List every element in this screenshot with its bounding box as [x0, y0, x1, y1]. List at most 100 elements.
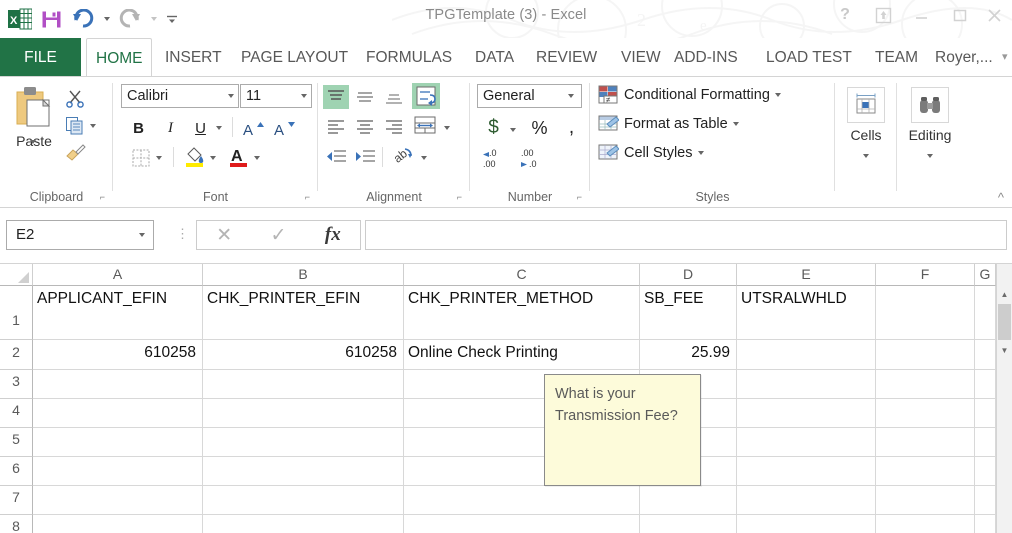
column-header-e[interactable]: E [737, 264, 876, 286]
font-color-button[interactable]: A [225, 143, 252, 169]
row-header-6[interactable]: 6 [0, 457, 33, 486]
scroll-down-button[interactable]: ▼ [997, 342, 1012, 358]
redo-icon[interactable] [117, 6, 143, 32]
cell-F5[interactable] [876, 428, 975, 457]
tab-view[interactable]: VIEW [612, 38, 670, 77]
cell-D8[interactable] [640, 515, 737, 533]
tab-data[interactable]: DATA [466, 38, 523, 77]
column-header-a[interactable]: A [33, 264, 203, 286]
tab-add-ins[interactable]: ADD-INS [665, 38, 747, 77]
cell-G3[interactable] [975, 370, 996, 399]
merge-dropdown-icon[interactable] [442, 115, 451, 141]
decrease-decimal-button[interactable]: .00 .0 [518, 145, 552, 171]
user-account-caret-icon[interactable]: ▾ [1000, 38, 1010, 77]
cell-F8[interactable] [876, 515, 975, 533]
cell-E6[interactable] [737, 457, 876, 486]
cell-A5[interactable] [33, 428, 203, 457]
redo-dropdown-icon[interactable] [149, 6, 158, 32]
cell-E3[interactable] [737, 370, 876, 399]
underline-button[interactable]: U [187, 115, 214, 141]
font-size-dropdown-icon[interactable] [301, 94, 307, 98]
align-center-button[interactable] [352, 115, 378, 139]
cell-G6[interactable] [975, 457, 996, 486]
user-account-menu[interactable]: Royer,... [926, 38, 1002, 77]
bold-button[interactable]: B [125, 115, 152, 141]
save-icon[interactable] [38, 6, 64, 32]
accounting-format-button[interactable]: $ [480, 115, 507, 141]
italic-button[interactable]: I [157, 115, 184, 141]
cell-C8[interactable] [404, 515, 640, 533]
column-header-f[interactable]: F [876, 264, 975, 286]
formula-bar-handle[interactable]: ⋮ [176, 232, 179, 236]
cell-B2[interactable]: 610258 [203, 340, 404, 370]
font-dialog-launcher[interactable]: ⌐ [305, 192, 310, 202]
formula-input[interactable] [365, 220, 1007, 250]
cell-C2[interactable]: Online Check Printing [404, 340, 640, 370]
cell-A1[interactable]: APPLICANT_EFIN [33, 286, 203, 340]
cell-B5[interactable] [203, 428, 404, 457]
cell-G8[interactable] [975, 515, 996, 533]
editing-dropdown-icon[interactable] [905, 145, 955, 163]
tab-load-test[interactable]: LOAD TEST [757, 38, 861, 77]
underline-dropdown-icon[interactable] [214, 115, 223, 141]
cell-styles-dropdown-icon[interactable] [698, 151, 704, 155]
cell-D7[interactable] [640, 486, 737, 515]
tab-formulas[interactable]: FORMULAS [357, 38, 461, 77]
name-box[interactable]: E2 [6, 220, 154, 250]
ribbon-display-options-button[interactable] [864, 2, 902, 28]
insert-function-button[interactable]: fx [306, 221, 360, 249]
cell-A6[interactable] [33, 457, 203, 486]
accounting-dropdown-icon[interactable] [508, 117, 517, 143]
cell-F1[interactable] [876, 286, 975, 340]
cut-button[interactable] [62, 85, 88, 111]
font-name-input[interactable]: Calibri [121, 84, 239, 108]
tab-review[interactable]: REVIEW [527, 38, 606, 77]
format-painter-button[interactable] [62, 139, 88, 165]
decrease-indent-button[interactable] [323, 145, 349, 169]
cell-F3[interactable] [876, 370, 975, 399]
row-header-3[interactable]: 3 [0, 370, 33, 399]
close-button[interactable] [978, 2, 1010, 28]
fill-color-dropdown-icon[interactable] [208, 145, 217, 171]
cell-A8[interactable] [33, 515, 203, 533]
orientation-button[interactable]: ab [390, 143, 416, 169]
name-box-dropdown-icon[interactable] [139, 233, 145, 237]
middle-align-button[interactable] [352, 85, 378, 109]
column-header-b[interactable]: B [203, 264, 404, 286]
editing-button[interactable]: Editing [905, 87, 955, 163]
paste-dropdown-icon[interactable] [30, 144, 36, 162]
cell-D1[interactable]: SB_FEE [640, 286, 737, 340]
row-header-7[interactable]: 7 [0, 486, 33, 515]
cells-dropdown-icon[interactable] [841, 145, 891, 163]
cell-D2[interactable]: 25.99 [640, 340, 737, 370]
number-dialog-launcher[interactable]: ⌐ [577, 192, 582, 202]
bottom-align-button[interactable] [381, 85, 407, 109]
shrink-font-button[interactable]: A [270, 115, 297, 141]
orientation-dropdown-icon[interactable] [419, 145, 428, 171]
cells-button[interactable]: Cells [841, 87, 891, 163]
cell-B3[interactable] [203, 370, 404, 399]
column-header-d[interactable]: D [640, 264, 737, 286]
cell-B7[interactable] [203, 486, 404, 515]
row-header-1[interactable]: 1 [0, 286, 33, 340]
row-header-2[interactable]: 2 [0, 340, 33, 370]
paste-button[interactable]: Paste [6, 83, 62, 169]
tab-file[interactable]: FILE [0, 38, 81, 77]
select-all-button[interactable] [0, 264, 33, 286]
font-color-dropdown-icon[interactable] [252, 145, 261, 171]
cell-F4[interactable] [876, 399, 975, 428]
collapse-ribbon-button[interactable]: ^ [998, 190, 1004, 205]
cell-G5[interactable] [975, 428, 996, 457]
format-as-table-button[interactable]: Format as Table [598, 114, 739, 134]
cell-G7[interactable] [975, 486, 996, 515]
clipboard-dialog-launcher[interactable]: ⌐ [100, 192, 105, 202]
borders-dropdown-icon[interactable] [154, 145, 163, 171]
customize-quick-access-toolbar-icon[interactable] [164, 6, 180, 32]
cell-styles-button[interactable]: Cell Styles [598, 143, 704, 163]
cell-E2[interactable] [737, 340, 876, 370]
cell-E8[interactable] [737, 515, 876, 533]
tab-insert[interactable]: INSERT [156, 38, 231, 77]
cancel-button[interactable]: ✕ [197, 221, 251, 249]
tab-home[interactable]: HOME [86, 38, 152, 77]
tab-team[interactable]: TEAM [866, 38, 927, 77]
